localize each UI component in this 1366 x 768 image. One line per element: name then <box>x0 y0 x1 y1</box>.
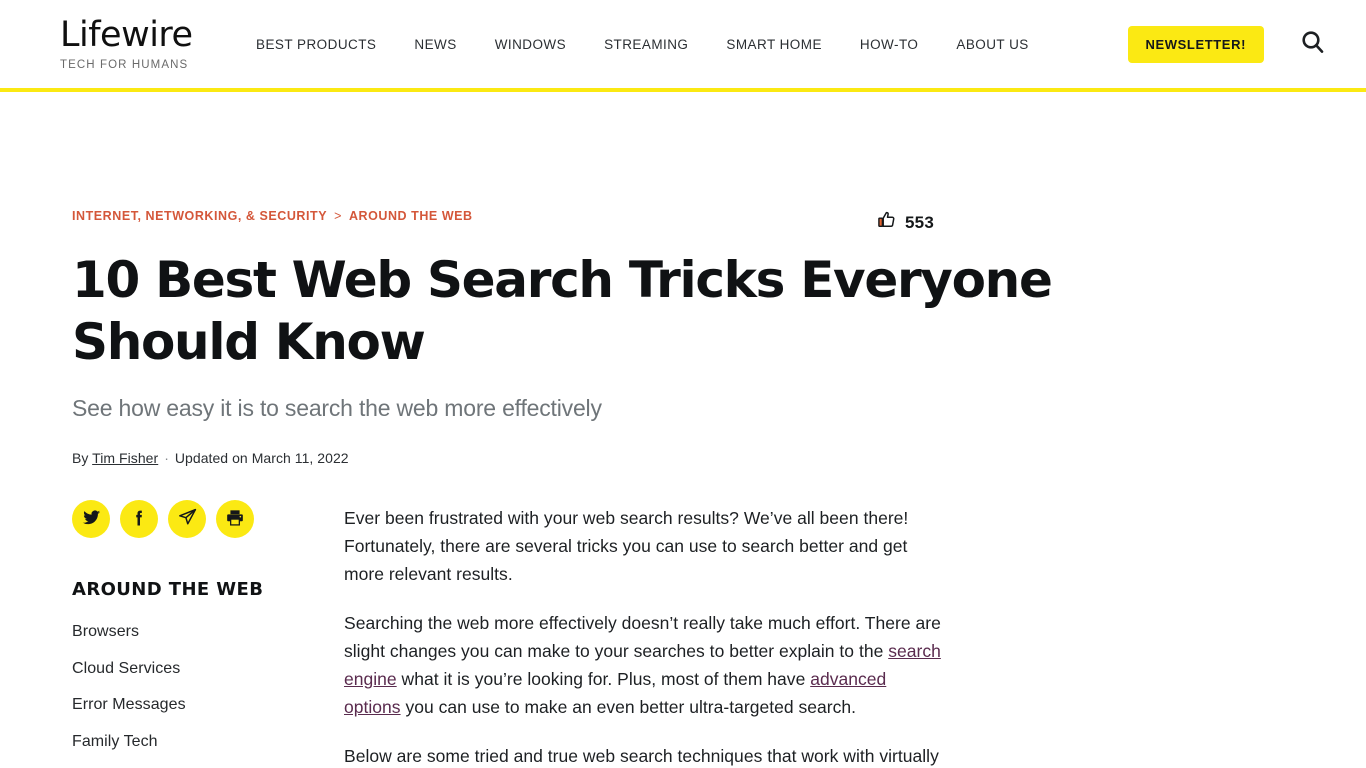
nav-item-how-to[interactable]: HOW-TO <box>860 31 918 58</box>
send-icon <box>177 507 198 531</box>
byline-separator: · <box>164 450 169 466</box>
article-body: Ever been frustrated with your web searc… <box>344 500 944 768</box>
nav-item-about-us[interactable]: ABOUT US <box>956 31 1028 58</box>
paragraph-text: Searching the web more effectively doesn… <box>344 613 941 661</box>
article-paragraph: Searching the web more effectively doesn… <box>344 609 944 721</box>
nav-item-windows[interactable]: WINDOWS <box>495 31 566 58</box>
breadcrumb: INTERNET, NETWORKING, & SECURITY > AROUN… <box>72 209 876 223</box>
page-wrapper: INTERNET, NETWORKING, & SECURITY > AROUN… <box>0 92 1366 768</box>
author-link[interactable]: Tim Fisher <box>92 450 158 466</box>
breadcrumb-category[interactable]: INTERNET, NETWORKING, & SECURITY <box>72 209 327 223</box>
facebook-icon <box>129 508 149 531</box>
brand-tagline: TECH FOR HUMANS <box>60 59 189 71</box>
nav-item-best-products[interactable]: BEST PRODUCTS <box>256 31 376 58</box>
share-facebook-button[interactable] <box>120 500 158 538</box>
like-counter[interactable]: 553 <box>876 209 934 235</box>
search-icon <box>1299 29 1327 60</box>
share-buttons <box>72 500 344 538</box>
breadcrumb-separator: > <box>334 209 342 223</box>
article-sidebar: AROUND THE WEB Browsers Cloud Services Err… <box>72 500 344 768</box>
paragraph-text: Below are some tried and true web search… <box>344 746 939 766</box>
share-send-button[interactable] <box>168 500 206 538</box>
page-title: 10 Best Web Search Tricks Everyone Shoul… <box>72 251 1053 371</box>
byline: By Tim Fisher · Updated on March 11, 202… <box>72 450 1366 466</box>
like-count: 553 <box>905 212 934 232</box>
sidebar-item-browsers[interactable]: Browsers <box>72 622 344 642</box>
paragraph-text: you can use to make an even better ultra… <box>400 697 857 717</box>
main-navigation: BEST PRODUCTS NEWS WINDOWS STREAMING SMART H… <box>256 31 1102 58</box>
nav-item-streaming[interactable]: STREAMING <box>604 31 688 58</box>
nav-item-smart-home[interactable]: SMART HOME <box>726 31 822 58</box>
byline-prefix: By <box>72 450 89 466</box>
sidebar-item-family-tech[interactable]: Family Tech <box>72 732 344 752</box>
article-paragraph: Below are some tried and true web search… <box>344 742 944 768</box>
breadcrumb-subcategory[interactable]: AROUND THE WEB <box>349 209 473 223</box>
site-header: Lifewire TECH FOR HUMANS BEST PRODUCTS NE… <box>0 0 1366 88</box>
share-twitter-button[interactable] <box>72 500 110 538</box>
sidebar-item-cloud-services[interactable]: Cloud Services <box>72 659 344 679</box>
article-meta-row: INTERNET, NETWORKING, & SECURITY > AROUN… <box>72 209 934 235</box>
site-logo[interactable]: Lifewire TECH FOR HUMANS <box>60 16 196 72</box>
brand-name: Lifewire <box>60 15 193 55</box>
search-button[interactable] <box>1286 17 1340 71</box>
article-subtitle: See how easy it is to search the web mor… <box>72 395 602 421</box>
paragraph-text: what it is you’re looking for. Plus, mos… <box>396 669 811 689</box>
print-icon <box>225 508 245 531</box>
updated-date: Updated on March 11, 2022 <box>174 450 349 466</box>
share-print-button[interactable] <box>216 500 254 538</box>
thumbs-up-icon <box>876 210 896 235</box>
article-paragraph: Ever been frustrated with your web searc… <box>344 504 944 588</box>
sidebar-item-error-messages[interactable]: Error Messages <box>72 695 344 715</box>
nav-item-news[interactable]: NEWS <box>414 31 456 58</box>
sidebar-title: AROUND THE WEB <box>72 579 264 600</box>
paragraph-text: Ever been frustrated with your web searc… <box>344 508 909 584</box>
sidebar-links: Browsers Cloud Services Error Messages Fami… <box>72 622 344 768</box>
newsletter-button[interactable]: NEWSLETTER! <box>1127 25 1264 63</box>
article: INTERNET, NETWORKING, & SECURITY > AROUN… <box>0 92 1366 768</box>
twitter-icon <box>81 508 101 531</box>
article-columns: AROUND THE WEB Browsers Cloud Services Err… <box>72 500 1366 768</box>
